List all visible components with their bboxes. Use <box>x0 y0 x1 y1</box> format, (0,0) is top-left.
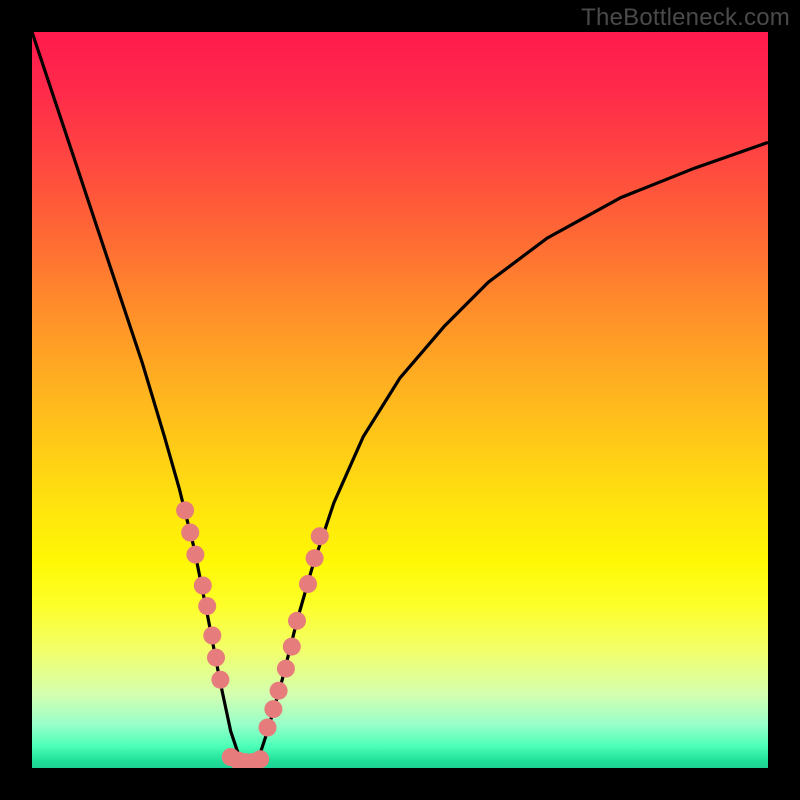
data-dot <box>181 524 199 542</box>
valley-dots <box>222 748 270 768</box>
bottleneck-curve <box>32 32 768 764</box>
data-dot <box>198 597 216 615</box>
data-dot <box>186 546 204 564</box>
data-dot <box>194 577 212 595</box>
data-dot <box>211 671 229 689</box>
data-dot <box>306 549 324 567</box>
data-dot <box>288 612 306 630</box>
data-dot <box>207 649 225 667</box>
data-dot <box>203 627 221 645</box>
data-dot <box>176 501 194 519</box>
data-dot <box>259 719 277 737</box>
data-dot <box>283 638 301 656</box>
data-dot <box>299 575 317 593</box>
data-dot <box>264 700 282 718</box>
data-dot <box>251 750 269 768</box>
plot-area <box>32 32 768 768</box>
watermark-text: TheBottleneck.com <box>581 4 790 32</box>
data-dot <box>311 527 329 545</box>
chart-svg <box>32 32 768 768</box>
chart-frame: TheBottleneck.com <box>0 0 800 800</box>
data-dot <box>277 660 295 678</box>
data-dot <box>270 682 288 700</box>
